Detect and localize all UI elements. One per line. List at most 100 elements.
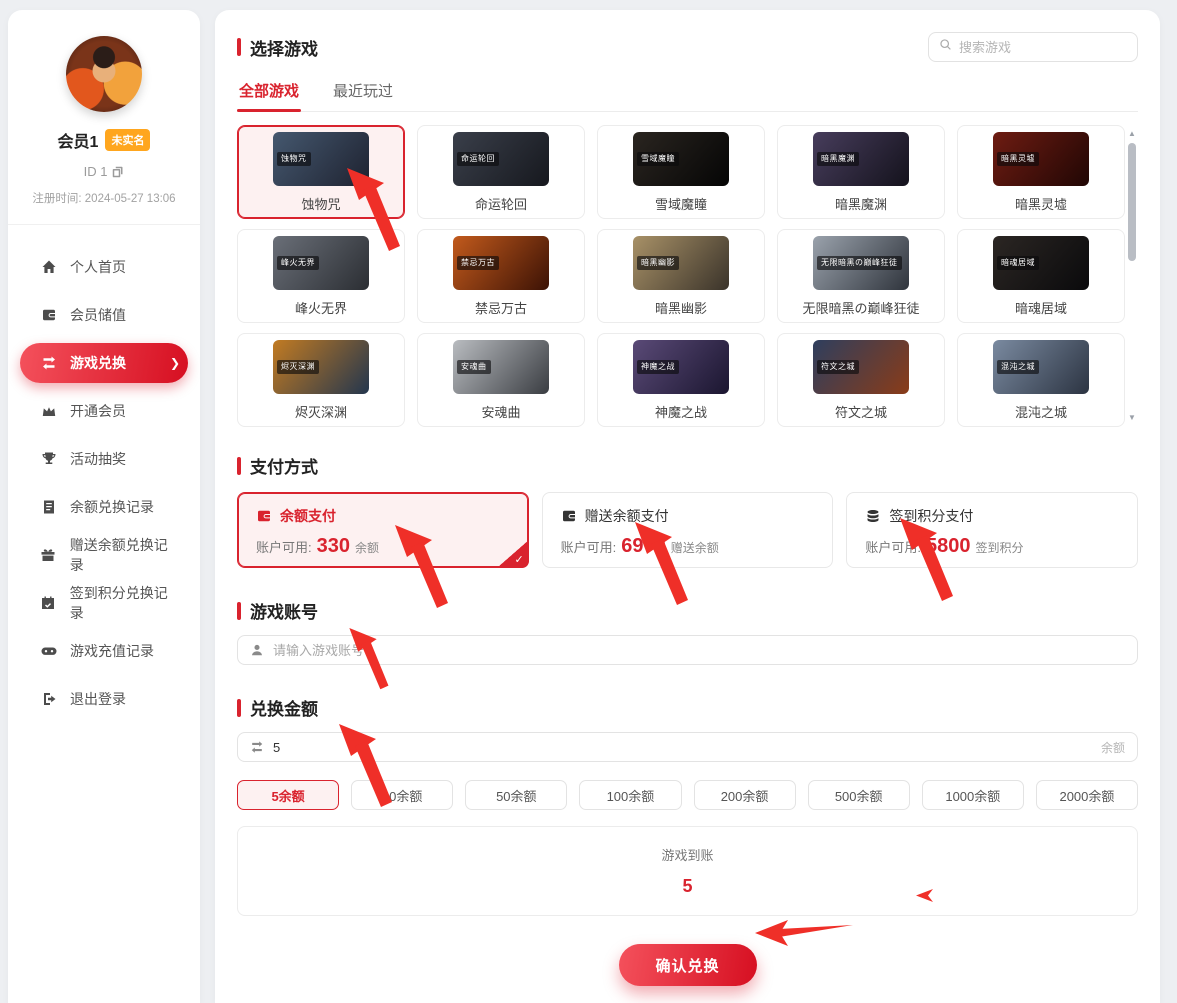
wallet-icon bbox=[40, 307, 57, 324]
sidebar-item-label: 签到积分兑换记录 bbox=[70, 583, 180, 623]
exchange-icon bbox=[40, 355, 57, 372]
game-card[interactable]: 暗魂居域暗魂居域 bbox=[957, 229, 1125, 323]
game-thumbnail-title: 命运轮回 bbox=[457, 152, 499, 166]
available-amount: 6970 bbox=[621, 535, 666, 558]
amount-field[interactable]: 余额 bbox=[237, 732, 1138, 762]
sidebar-item-gift-records[interactable]: 赠送余额兑换记录 bbox=[20, 535, 188, 575]
available-label: 账户可用: bbox=[865, 537, 921, 556]
game-thumbnail-title: 暗黑幽影 bbox=[637, 256, 679, 270]
available-label: 账户可用: bbox=[256, 537, 312, 556]
sidebar-item-game-exchange[interactable]: 游戏兑换❯ bbox=[20, 343, 188, 383]
game-tabs: 全部游戏最近玩过 bbox=[237, 80, 1138, 112]
payment-methods: 余额支付账户可用:330余额✓赠送余额支付账户可用:6970赠送余额 签到积分支付… bbox=[237, 492, 1138, 568]
game-card[interactable]: 暗黑魔渊暗黑魔渊 bbox=[777, 125, 945, 219]
game-name: 符文之城 bbox=[835, 402, 887, 421]
gamepad-icon bbox=[40, 643, 57, 660]
tab-all-games[interactable]: 全部游戏 bbox=[237, 80, 301, 111]
amount-chip[interactable]: 200余额 bbox=[694, 780, 796, 810]
game-card[interactable]: 蚀物咒蚀物咒 bbox=[237, 125, 405, 219]
game-thumbnail-title: 烬灭深渊 bbox=[277, 360, 319, 374]
sidebar-item-lottery[interactable]: 活动抽奖 bbox=[20, 439, 188, 479]
title-accent-bar bbox=[237, 699, 241, 717]
games-scrollbar[interactable]: ▲ ▼ bbox=[1126, 129, 1138, 423]
sidebar-item-recharge-records[interactable]: 游戏充值记录 bbox=[20, 631, 188, 671]
sidebar-item-label: 游戏兑换 bbox=[70, 353, 126, 373]
game-thumbnail: 无限暗黑の巅峰狂徒 bbox=[813, 236, 909, 290]
game-thumbnail: 暗魂居域 bbox=[993, 236, 1089, 290]
game-card[interactable]: 烬灭深渊烬灭深渊 bbox=[237, 333, 405, 427]
amount-chip[interactable]: 100余额 bbox=[579, 780, 681, 810]
amount-chip[interactable]: 10余额 bbox=[351, 780, 453, 810]
game-card[interactable]: 禁忌万古禁忌万古 bbox=[417, 229, 585, 323]
confirm-exchange-button[interactable]: 确认兑换 bbox=[619, 944, 757, 986]
amount-chip[interactable]: 1000余额 bbox=[922, 780, 1024, 810]
search-input[interactable] bbox=[959, 40, 1127, 55]
amount-chips: 5余额 10余额 50余额 100余额 200余额 500余额 1000余额 2000余额 bbox=[237, 780, 1138, 810]
game-name: 峰火无界 bbox=[295, 298, 347, 317]
game-name: 烬灭深渊 bbox=[295, 402, 347, 421]
sidebar-item-logout[interactable]: 退出登录 bbox=[20, 679, 188, 719]
sidebar-item-home[interactable]: 个人首页 bbox=[20, 247, 188, 287]
result-box: 游戏到账 5 bbox=[237, 826, 1138, 916]
game-thumbnail: 安魂曲 bbox=[453, 340, 549, 394]
game-account-field[interactable] bbox=[237, 635, 1138, 665]
game-card[interactable]: 神魔之战神魔之战 bbox=[597, 333, 765, 427]
scroll-up-icon[interactable]: ▲ bbox=[1128, 129, 1136, 139]
game-card[interactable]: 命运轮回命运轮回 bbox=[417, 125, 585, 219]
amount-chip[interactable]: 500余额 bbox=[808, 780, 910, 810]
amount-input[interactable] bbox=[273, 740, 1093, 755]
game-card[interactable]: 暗黑幽影暗黑幽影 bbox=[597, 229, 765, 323]
list-icon bbox=[40, 499, 57, 516]
amount-suffix: 余额 bbox=[1101, 739, 1125, 756]
sidebar-item-balance-records[interactable]: 余额兑换记录 bbox=[20, 487, 188, 527]
payment-method-2[interactable]: 赠送余额支付账户可用:6970赠送余额 bbox=[542, 492, 834, 568]
unverified-badge: 未实名 bbox=[105, 129, 150, 151]
home-icon bbox=[40, 259, 57, 276]
scrollbar-thumb[interactable] bbox=[1128, 143, 1136, 261]
game-thumbnail: 暗黑灵墟 bbox=[993, 132, 1089, 186]
copy-icon[interactable] bbox=[112, 166, 124, 178]
payment-method-3[interactable]: 签到积分支付账户可用:5800签到积分 bbox=[846, 492, 1138, 568]
game-thumbnail: 雪域魔瞳 bbox=[633, 132, 729, 186]
tab-recently-played[interactable]: 最近玩过 bbox=[331, 80, 395, 111]
amount-chip[interactable]: 2000余额 bbox=[1036, 780, 1138, 810]
game-card[interactable]: 无限暗黑の巅峰狂徒无限暗黑の巅峰狂徒 bbox=[777, 229, 945, 323]
game-card[interactable]: 混沌之城混沌之城 bbox=[957, 333, 1125, 427]
amount-chip[interactable]: 50余额 bbox=[465, 780, 567, 810]
game-card[interactable]: 峰火无界峰火无界 bbox=[237, 229, 405, 323]
game-thumbnail-title: 禁忌万古 bbox=[457, 256, 499, 270]
crown-icon bbox=[40, 403, 57, 420]
sidebar-item-label: 会员储值 bbox=[70, 305, 126, 325]
game-account-input[interactable] bbox=[273, 643, 1125, 658]
game-thumbnail: 禁忌万古 bbox=[453, 236, 549, 290]
sidebar-item-label: 活动抽奖 bbox=[70, 449, 126, 469]
game-card[interactable]: 符文之城符文之城 bbox=[777, 333, 945, 427]
scroll-down-icon[interactable]: ▼ bbox=[1128, 413, 1136, 423]
available-amount: 5800 bbox=[926, 535, 971, 558]
game-card[interactable]: 安魂曲安魂曲 bbox=[417, 333, 585, 427]
game-name: 禁忌万古 bbox=[475, 298, 527, 317]
avatar[interactable] bbox=[66, 36, 142, 112]
game-thumbnail: 暗黑魔渊 bbox=[813, 132, 909, 186]
sidebar-item-vip[interactable]: 开通会员 bbox=[20, 391, 188, 431]
sidebar-item-signin-records[interactable]: 签到积分兑换记录 bbox=[20, 583, 188, 623]
games-grid: 蚀物咒蚀物咒命运轮回命运轮回雪域魔瞳雪域魔瞳暗黑魔渊暗黑魔渊暗黑灵墟暗黑灵墟峰火… bbox=[237, 125, 1125, 427]
payment-method-1[interactable]: 余额支付账户可用:330余额✓ bbox=[237, 492, 529, 568]
payment-method-name: 签到积分支付 bbox=[889, 506, 973, 526]
sidebar: 会员1 未实名 ID 1 注册时间: 2024-05-27 13:06 个人首页… bbox=[8, 10, 200, 1003]
main-panel: 选择游戏 全部游戏最近玩过 蚀物咒蚀物咒命运轮回命运轮回雪域魔瞳雪域魔瞳暗黑魔渊… bbox=[215, 10, 1160, 1003]
game-card[interactable]: 暗黑灵墟暗黑灵墟 bbox=[957, 125, 1125, 219]
person-icon bbox=[250, 643, 265, 658]
payment-method-name: 赠送余额支付 bbox=[585, 506, 669, 526]
game-thumbnail-title: 无限暗黑の巅峰狂徒 bbox=[817, 256, 902, 270]
register-time: 注册时间: 2024-05-27 13:06 bbox=[8, 190, 200, 206]
sidebar-item-label: 游戏充值记录 bbox=[70, 641, 154, 661]
game-thumbnail: 暗黑幽影 bbox=[633, 236, 729, 290]
game-name: 蚀物咒 bbox=[301, 194, 340, 213]
game-search[interactable] bbox=[928, 32, 1138, 62]
amount-unit: 余额 bbox=[355, 539, 379, 556]
sidebar-item-recharge[interactable]: 会员储值 bbox=[20, 295, 188, 335]
game-card[interactable]: 雪域魔瞳雪域魔瞳 bbox=[597, 125, 765, 219]
exchange-icon bbox=[250, 740, 265, 755]
amount-chip[interactable]: 5余额 bbox=[237, 780, 339, 810]
